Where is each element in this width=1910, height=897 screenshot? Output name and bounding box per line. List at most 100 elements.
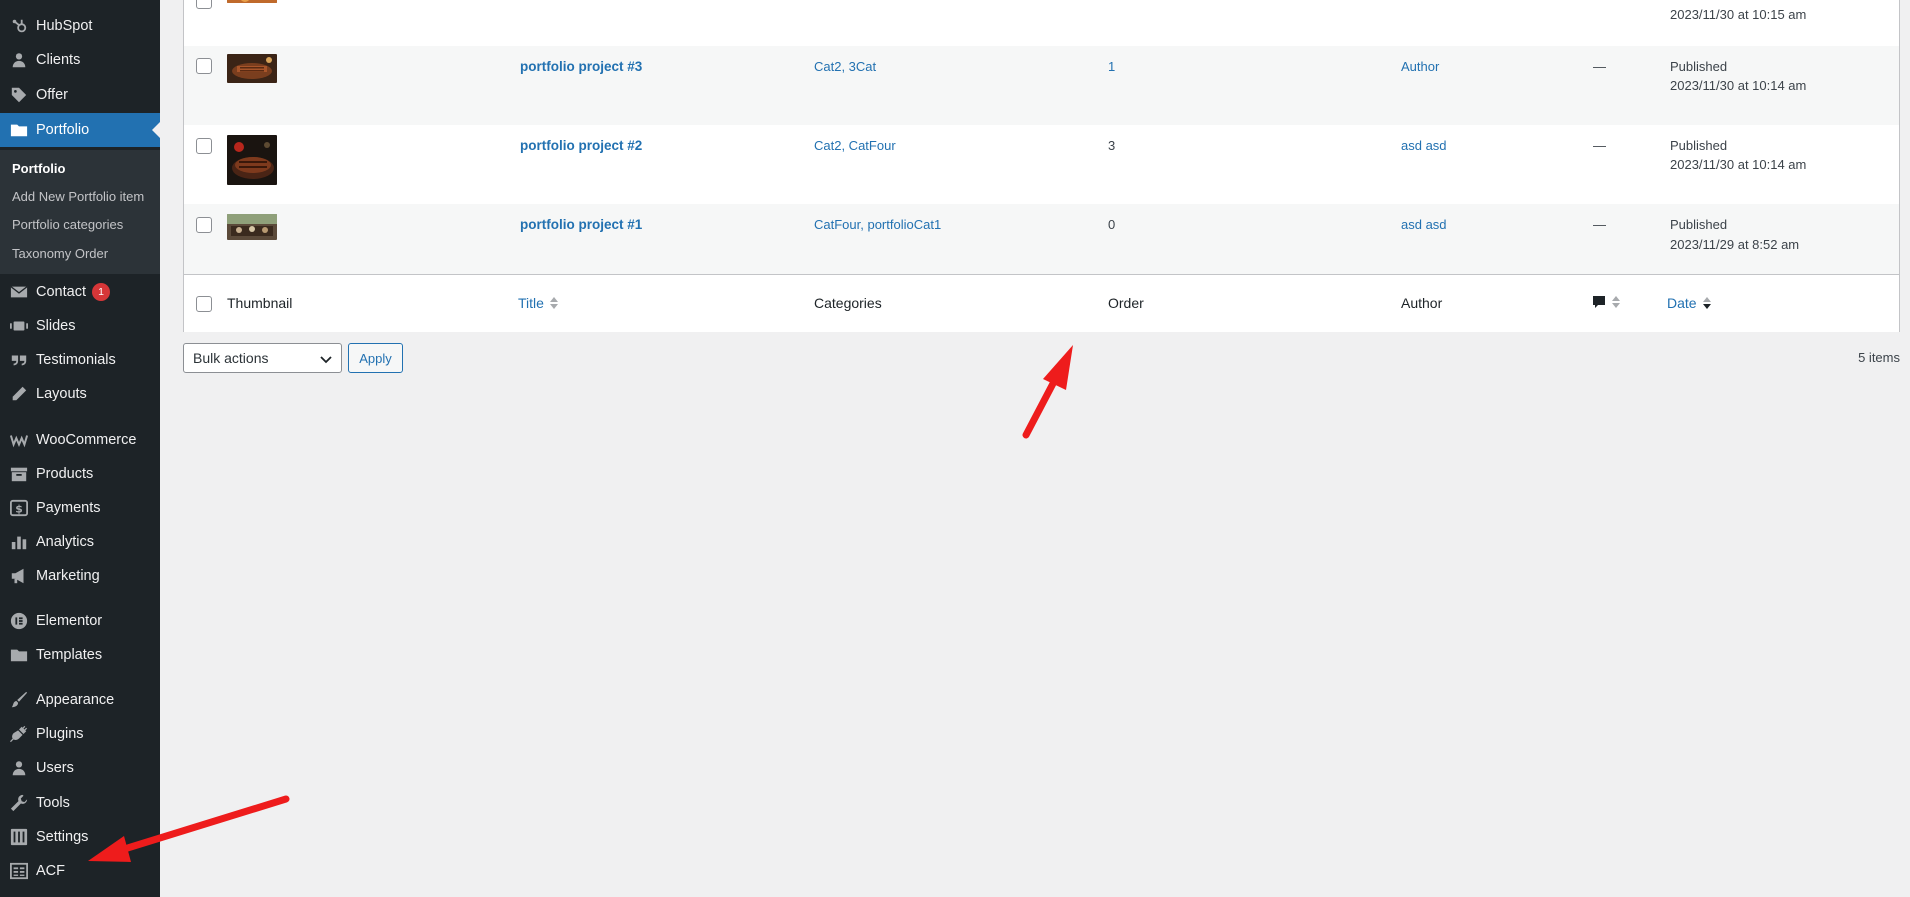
sidebar-item-label: Users	[36, 760, 74, 776]
post-categories[interactable]: CatFour, portfolioCat1	[814, 217, 941, 232]
user-icon	[10, 759, 28, 777]
table-row: 2023/11/30 at 10:15 am	[184, 0, 1899, 46]
sidebar-item-label: Appearance	[36, 692, 115, 708]
user-icon	[10, 51, 28, 69]
archive-icon	[10, 465, 28, 483]
bulk-actions-value: Bulk actions	[193, 350, 269, 366]
sidebar-item-marketing[interactable]: Marketing	[0, 559, 160, 593]
sidebar-item-label: Settings	[36, 829, 89, 845]
sort-desc-icon	[1702, 297, 1711, 309]
sidebar-item-users[interactable]: Users	[0, 751, 160, 785]
sidebar-item-payments[interactable]: $ Payments	[0, 491, 160, 525]
dollar-icon: $	[10, 499, 28, 517]
table-row: portfolio project #3 Cat2, 3Cat 1 Author…	[184, 46, 1899, 125]
thumbnail-image[interactable]	[227, 214, 277, 240]
post-categories[interactable]: Cat2, 3Cat	[814, 59, 876, 74]
sidebar-item-products[interactable]: Products	[0, 457, 160, 491]
sidebar-item-tools[interactable]: Tools	[0, 786, 160, 820]
sidebar-item-label: Payments	[36, 500, 101, 516]
sidebar-item-label: Contact	[36, 284, 86, 300]
sidebar-item-appearance[interactable]: Appearance	[0, 683, 160, 717]
items-count: 5 items	[1858, 350, 1900, 365]
post-author[interactable]: asd asd	[1401, 217, 1447, 232]
column-author: Author	[1401, 295, 1443, 311]
submenu-item-categories[interactable]: Portfolio categories	[12, 217, 123, 232]
row-checkbox[interactable]	[196, 58, 212, 74]
comment-icon	[1593, 296, 1605, 308]
brush-icon	[10, 691, 28, 709]
sidebar-item-portfolio[interactable]: Portfolio	[0, 113, 160, 147]
sidebar-item-hubspot[interactable]: HubSpot	[0, 9, 160, 43]
sidebar-item-label: HubSpot	[36, 18, 93, 34]
column-date-label: Date	[1667, 295, 1697, 311]
thumbnail-image[interactable]	[227, 0, 277, 3]
grid-icon	[10, 862, 28, 880]
post-order: 3	[1108, 138, 1116, 153]
row-checkbox[interactable]	[196, 217, 212, 233]
sidebar-item-elementor[interactable]: Elementor	[0, 604, 160, 638]
table-row: portfolio project #1 CatFour, portfolioC…	[184, 204, 1899, 274]
bulk-actions-select[interactable]: Bulk actions	[183, 343, 342, 373]
submenu-item-add-new[interactable]: Add New Portfolio item	[12, 189, 144, 204]
post-order: 0	[1108, 217, 1116, 232]
portfolio-submenu: Portfolio Add New Portfolio item Portfol…	[0, 150, 160, 274]
post-author[interactable]: Author	[1401, 59, 1439, 74]
apply-button[interactable]: Apply	[348, 343, 403, 373]
sidebar-item-label: Tools	[36, 795, 70, 811]
annotation-arrow-order	[1022, 345, 1073, 439]
column-comments[interactable]	[1592, 295, 1621, 309]
sidebar-item-testimonials[interactable]: Testimonials	[0, 343, 160, 377]
post-title-link[interactable]: portfolio project #1	[520, 217, 642, 232]
column-title[interactable]: Title	[518, 295, 559, 311]
hubspot-icon	[10, 17, 28, 35]
sidebar-item-label: Clients	[36, 52, 81, 68]
thumbnail-image[interactable]	[227, 54, 277, 83]
post-status: Published	[1670, 59, 1728, 74]
post-author[interactable]: asd asd	[1401, 138, 1447, 153]
post-date: 2023/11/30 at 10:14 am	[1670, 78, 1807, 93]
sidebar-item-contact[interactable]: Contact 1	[0, 275, 160, 309]
column-date[interactable]: Date	[1667, 295, 1712, 311]
submenu-item-portfolio[interactable]: Portfolio	[12, 161, 65, 176]
admin-sidebar: HubSpot Clients Offer Portfolio Portfoli…	[0, 0, 160, 897]
posts-table: 2023/11/30 at 10:15 am portfolio project…	[183, 0, 1900, 332]
sidebar-item-label: Slides	[36, 318, 76, 334]
slides-icon	[10, 317, 28, 335]
sidebar-item-templates[interactable]: Templates	[0, 638, 160, 672]
post-status: Published	[1670, 138, 1728, 153]
sidebar-item-label: WooCommerce	[36, 432, 137, 448]
sidebar-item-woocommerce[interactable]: WooCommerce	[0, 423, 160, 457]
sidebar-item-label: ACF	[36, 863, 65, 879]
notification-badge: 1	[91, 283, 110, 301]
sidebar-item-label: Templates	[36, 647, 103, 663]
sidebar-item-analytics[interactable]: Analytics	[0, 525, 160, 559]
sidebar-item-label: Portfolio	[36, 122, 90, 138]
thumbnail-image[interactable]	[227, 135, 277, 185]
sidebar-item-settings[interactable]: Settings	[0, 820, 160, 854]
megaphone-icon	[10, 567, 28, 585]
submenu-item-taxonomy-order[interactable]: Taxonomy Order	[12, 246, 108, 261]
sidebar-item-label: Layouts	[36, 386, 87, 402]
column-thumbnail: Thumbnail	[227, 295, 293, 311]
post-comments: —	[1593, 217, 1606, 232]
sidebar-item-label: Plugins	[36, 726, 84, 742]
sidebar-item-acf[interactable]: ACF	[0, 854, 160, 888]
post-title-link[interactable]: portfolio project #3	[520, 59, 642, 74]
sidebar-item-label: Elementor	[36, 613, 103, 629]
row-checkbox[interactable]	[196, 0, 212, 9]
post-title-link[interactable]: portfolio project #2	[520, 138, 642, 153]
sidebar-item-plugins[interactable]: Plugins	[0, 717, 160, 751]
select-all-checkbox[interactable]	[196, 296, 212, 312]
table-footer-columns: Thumbnail Title Categories Order Author …	[184, 274, 1899, 332]
sort-icon	[1612, 296, 1620, 308]
post-categories[interactable]: Cat2, CatFour	[814, 138, 896, 153]
quote-icon	[10, 351, 28, 369]
sidebar-item-layouts[interactable]: Layouts	[0, 377, 160, 411]
sidebar-item-offer[interactable]: Offer	[0, 78, 160, 112]
sidebar-item-slides[interactable]: Slides	[0, 309, 160, 343]
post-comments: —	[1593, 138, 1606, 153]
post-order[interactable]: 1	[1108, 59, 1115, 74]
sidebar-item-clients[interactable]: Clients	[0, 43, 160, 77]
tag-icon	[10, 86, 28, 104]
row-checkbox[interactable]	[196, 138, 212, 154]
